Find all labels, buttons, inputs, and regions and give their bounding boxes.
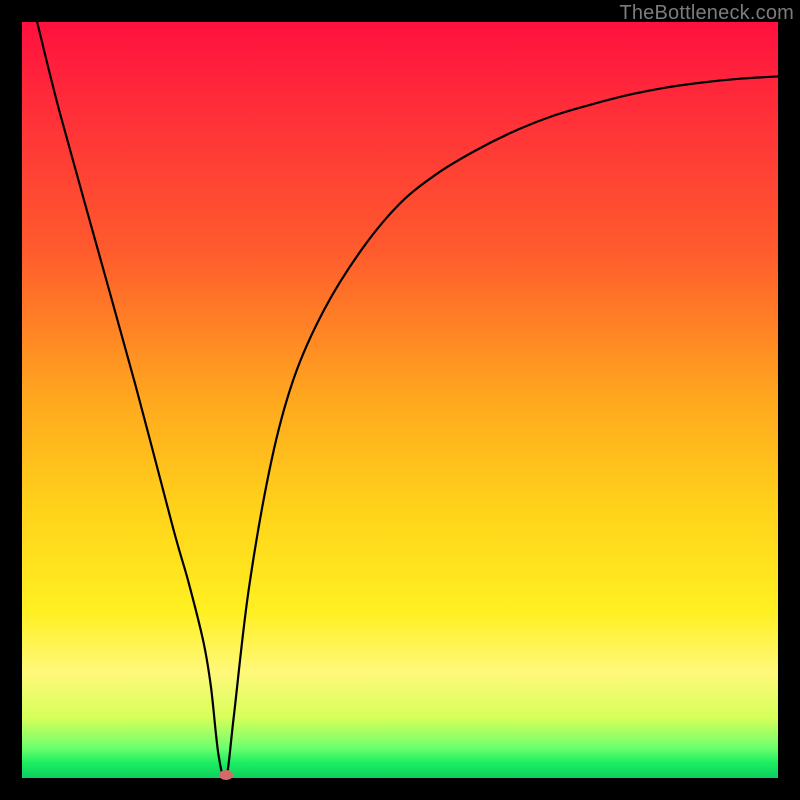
minimum-marker-dot bbox=[219, 770, 233, 780]
curve-path bbox=[37, 22, 778, 778]
chart-frame bbox=[22, 22, 778, 778]
bottleneck-curve bbox=[22, 22, 778, 778]
